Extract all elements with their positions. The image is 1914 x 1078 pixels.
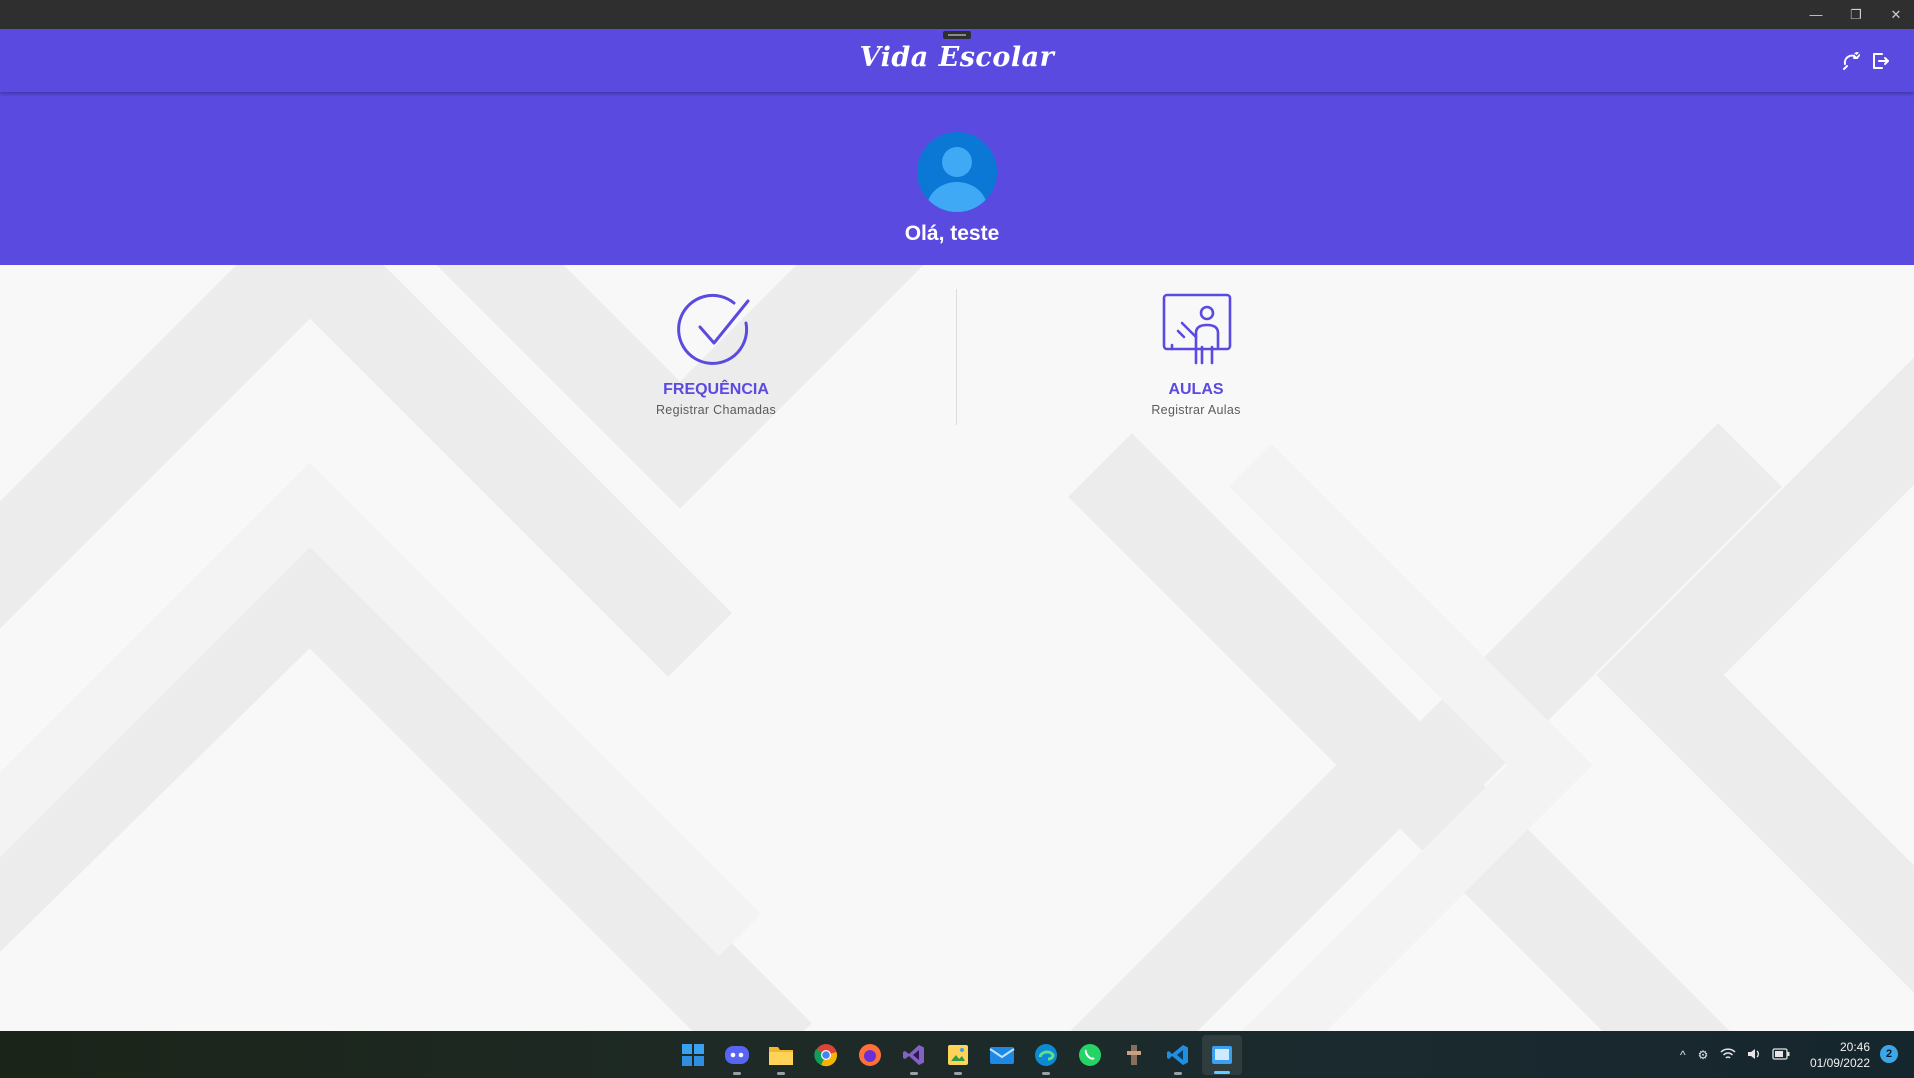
profile-banner: Olá, teste	[0, 92, 1914, 265]
card-divider	[956, 289, 957, 425]
card-title: FREQUÊNCIA	[663, 381, 769, 398]
frequencia-card[interactable]: FREQUÊNCIA Registrar Chamadas	[566, 289, 866, 429]
visual-studio-icon[interactable]	[900, 1041, 928, 1075]
image-app-icon[interactable]	[944, 1041, 972, 1075]
tray-chevron-up-icon[interactable]: ^	[1680, 1048, 1686, 1062]
battery-icon[interactable]	[1772, 1047, 1790, 1063]
card-subtitle: Registrar Chamadas	[655, 403, 777, 417]
emulator-icon[interactable]	[1202, 1035, 1242, 1075]
card-subtitle: Registrar Aulas	[1151, 403, 1241, 417]
chrome-icon[interactable]	[812, 1041, 840, 1069]
whatsapp-icon[interactable]	[1076, 1041, 1104, 1069]
clock-date: 01/09/2022	[1809, 1056, 1870, 1070]
tray-settings-icon[interactable]: ⚙	[1698, 1048, 1709, 1062]
sync-icon[interactable]	[1840, 49, 1864, 73]
taskbar-clock[interactable]: 20:46 01/09/2022	[1800, 1039, 1870, 1071]
card-title: AULAS	[1168, 381, 1224, 398]
user-avatar-icon	[917, 132, 997, 212]
file-explorer-icon[interactable]	[767, 1041, 795, 1075]
system-tray: ^ ⚙	[1680, 1045, 1790, 1065]
drag-handle[interactable]	[943, 31, 971, 39]
app-icon[interactable]	[1120, 1041, 1148, 1069]
mail-icon[interactable]	[988, 1041, 1016, 1069]
minimize-button[interactable]: —	[1796, 0, 1836, 29]
wifi-icon[interactable]	[1720, 1047, 1736, 1064]
app-brand: Vida Escolar	[859, 42, 1055, 73]
windows-taskbar: ^ ⚙ 20:46 01/09/2022 2	[0, 1031, 1914, 1078]
window-title-bar: — ❐ ✕	[0, 0, 1914, 29]
notification-badge[interactable]: 2	[1880, 1045, 1898, 1063]
clock-time: 20:46	[1839, 1040, 1870, 1054]
restore-button[interactable]: ❐	[1836, 0, 1876, 29]
close-button[interactable]: ✕	[1876, 0, 1914, 29]
app-header: Vida Escolar	[0, 29, 1914, 92]
greeting-text: Olá, teste	[904, 222, 1000, 245]
teacher-board-icon	[1156, 289, 1236, 369]
windows-start-icon[interactable]	[679, 1041, 707, 1069]
volume-icon[interactable]	[1746, 1047, 1762, 1064]
dashboard-content: FREQUÊNCIA Registrar Chamadas AULAS Regi…	[0, 265, 1914, 1031]
firefox-icon[interactable]	[856, 1041, 884, 1069]
logout-icon[interactable]	[1868, 49, 1892, 73]
vscode-icon[interactable]	[1164, 1041, 1192, 1075]
discord-icon[interactable]	[723, 1041, 751, 1075]
check-circle-icon	[676, 289, 756, 369]
background-pattern	[0, 265, 1914, 1031]
edge-icon[interactable]	[1032, 1041, 1060, 1075]
aulas-card[interactable]: AULAS Registrar Aulas	[1046, 289, 1346, 429]
